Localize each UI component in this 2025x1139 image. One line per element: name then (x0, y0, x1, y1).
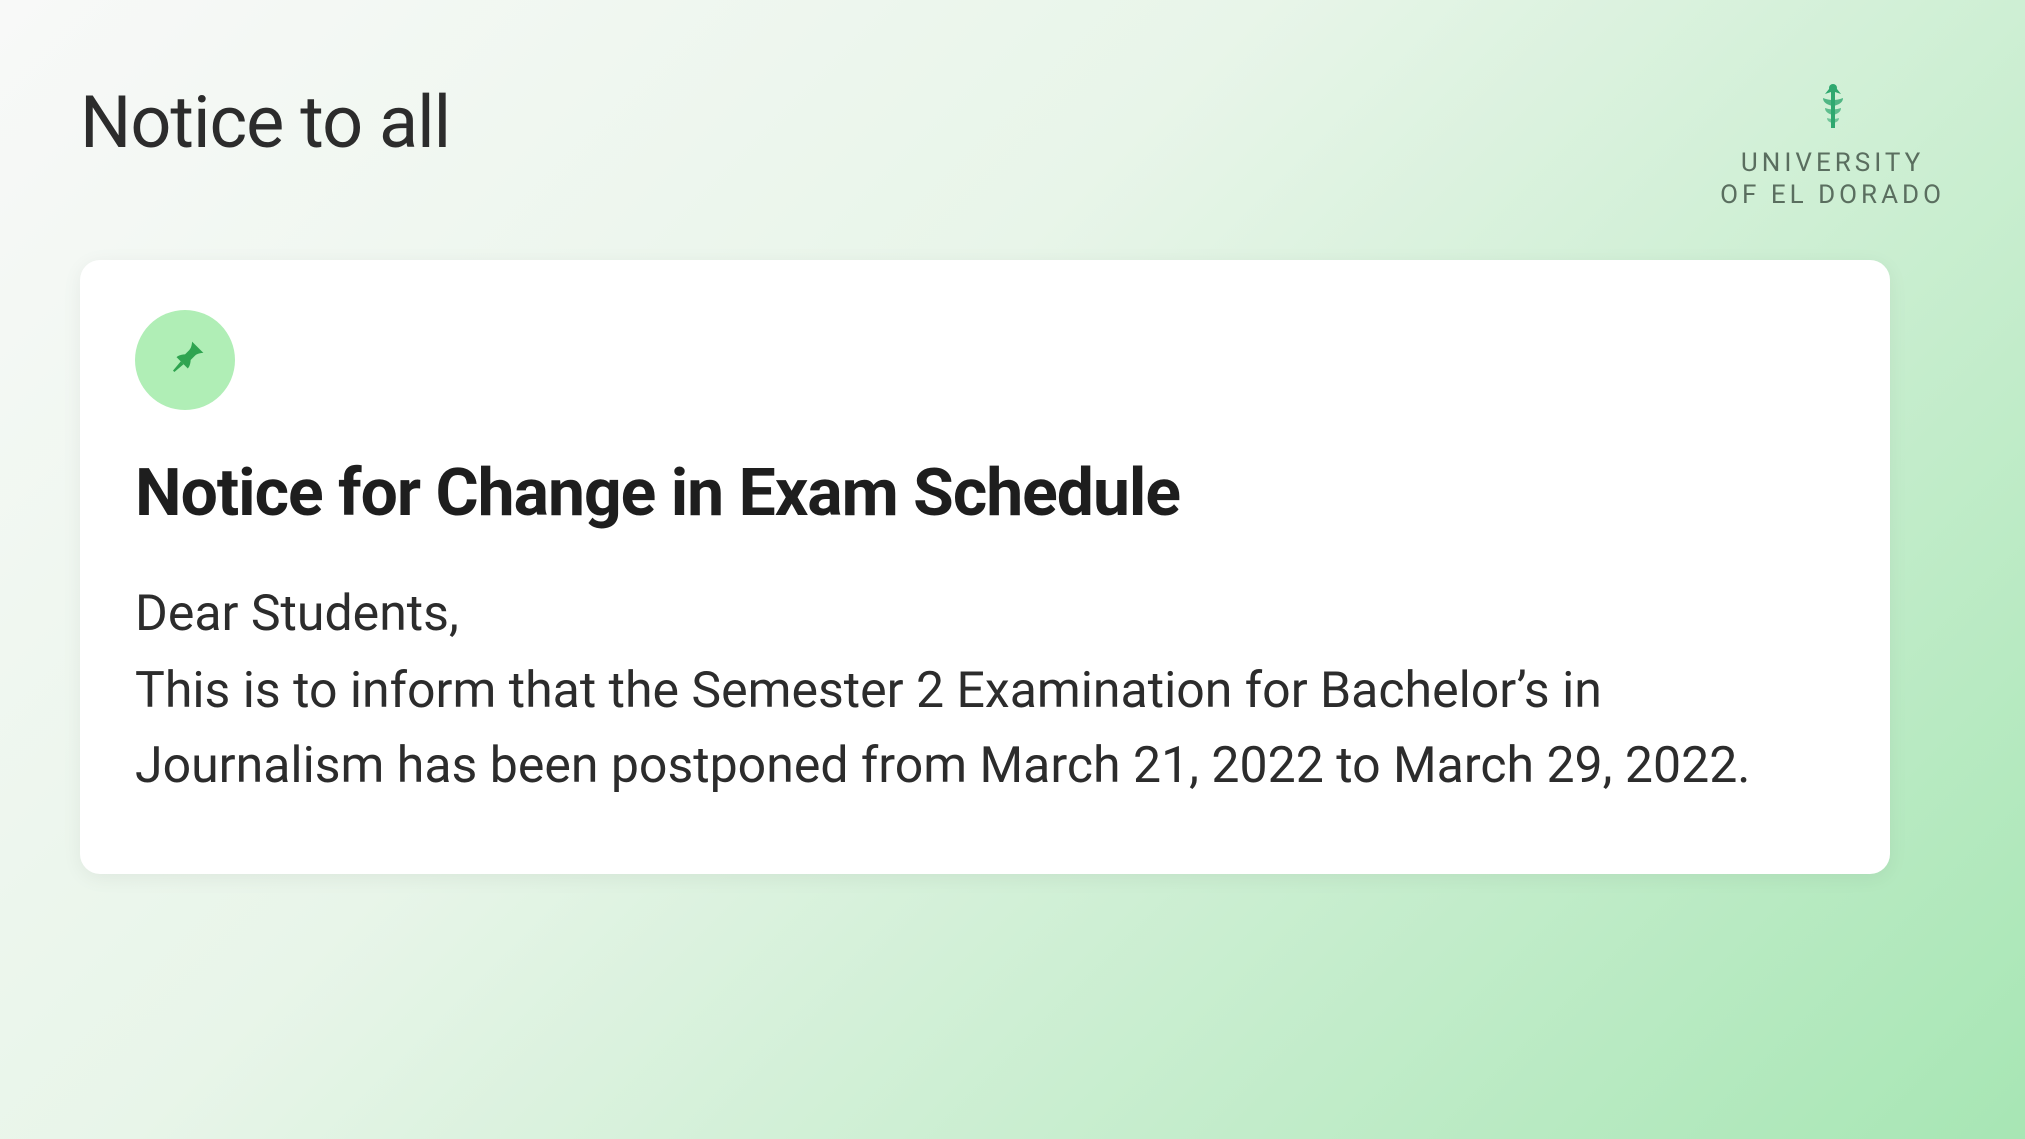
notice-text: This is to inform that the Semester 2 Ex… (135, 662, 1750, 795)
caduceus-icon (1805, 80, 1861, 136)
notice-body: Dear Students, This is to inform that th… (135, 577, 1835, 804)
logo-text-line1: UNIVERSITY (1720, 148, 1945, 178)
header: Notice to all UNIVERSITY OF EL DORADO (80, 80, 1945, 210)
page-title: Notice to all (80, 80, 450, 165)
notice-title: Notice for Change in Exam Schedule (135, 455, 1835, 532)
notice-greeting: Dear Students, (135, 577, 1835, 652)
logo-text-line2: OF EL DORADO (1720, 180, 1945, 210)
university-logo: UNIVERSITY OF EL DORADO (1720, 80, 1945, 210)
notice-card: Notice for Change in Exam Schedule Dear … (80, 260, 1890, 874)
pin-badge (135, 310, 235, 410)
pin-icon (161, 336, 209, 384)
